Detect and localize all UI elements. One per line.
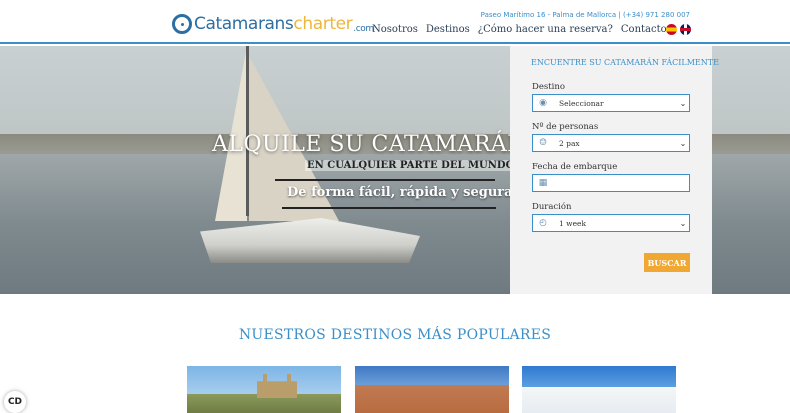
main-nav: Nosotros Destinos ¿Cómo hacer una reserv… [372,24,667,35]
hero-subtitle: EN CUALQUIER PARTE DEL MUNDO [305,160,517,171]
duracion-value: 1 week [559,218,586,228]
cathedral-image [257,374,297,398]
language-switcher [666,24,691,35]
destino-value: Seleccionar [559,98,604,108]
fecha-label: Fecha de embarque [532,162,618,172]
location-pin-icon: ◉ [539,98,547,108]
fecha-input[interactable]: ▦ [532,174,690,192]
search-panel: ENCUENTRE SU CATAMARÁN FÁCILMENTE Destin… [510,46,719,294]
nav-nosotros[interactable]: Nosotros [372,24,418,35]
people-icon: ☺ [538,138,548,148]
ship-wheel-icon [172,14,192,34]
destination-card-santorini[interactable] [522,366,676,413]
chevron-down-icon: ⌄ [679,218,687,228]
destino-select[interactable]: ◉ Seleccionar ⌄ [532,94,690,112]
hero-tagline: De forma fácil, rápida y segura [287,185,513,200]
destino-label: Destino [532,82,565,92]
uk-flag-icon[interactable] [680,24,691,35]
search-panel-title: ENCUENTRE SU CATAMARÁN FÁCILMENTE [531,58,719,67]
personas-label: Nº de personas [532,122,599,132]
popular-destinations-title: NUESTROS DESTINOS MÁS POPULARES [238,327,552,343]
hero-divider-1 [275,179,495,181]
logo-text: Catamaranscharter.com [194,14,374,34]
destination-card-dubrovnik[interactable] [355,366,509,413]
logo-text-part1: Catamarans [194,14,294,34]
logo-text-part3: .com [353,24,374,34]
nav-como-reservar[interactable]: ¿Cómo hacer una reserva? [478,24,613,35]
nav-destinos[interactable]: Destinos [426,24,470,35]
contact-line[interactable]: Paseo Marítimo 16 - Palma de Mallorca | … [481,11,690,19]
duracion-select[interactable]: ◴ 1 week ⌄ [532,214,690,232]
chevron-down-icon: ⌄ [679,138,687,148]
page: Catamaranscharter.com Paseo Marítimo 16 … [0,0,790,413]
spain-flag-icon[interactable] [666,24,677,35]
duracion-label: Duración [532,202,572,212]
site-logo[interactable]: Catamaranscharter.com [172,9,374,39]
hero-divider-2 [282,207,496,209]
clock-icon: ◴ [539,218,547,228]
hero-title: ALQUILE SU CATAMARÁN [212,132,528,157]
destination-card-palma[interactable] [187,366,341,413]
search-button[interactable]: BUSCAR [644,253,690,272]
personas-value: 2 pax [559,138,580,148]
nav-contacto[interactable]: Contacto [621,24,667,35]
site-header: Catamaranscharter.com Paseo Marítimo 16 … [0,0,790,44]
logo-text-part2: charter [293,14,353,34]
calendar-icon: ▦ [538,178,548,188]
cookie-consent-button[interactable]: CD [4,391,26,413]
personas-select[interactable]: ☺ 2 pax ⌄ [532,134,690,152]
chevron-down-icon: ⌄ [679,98,687,108]
hero-mast [246,46,249,216]
